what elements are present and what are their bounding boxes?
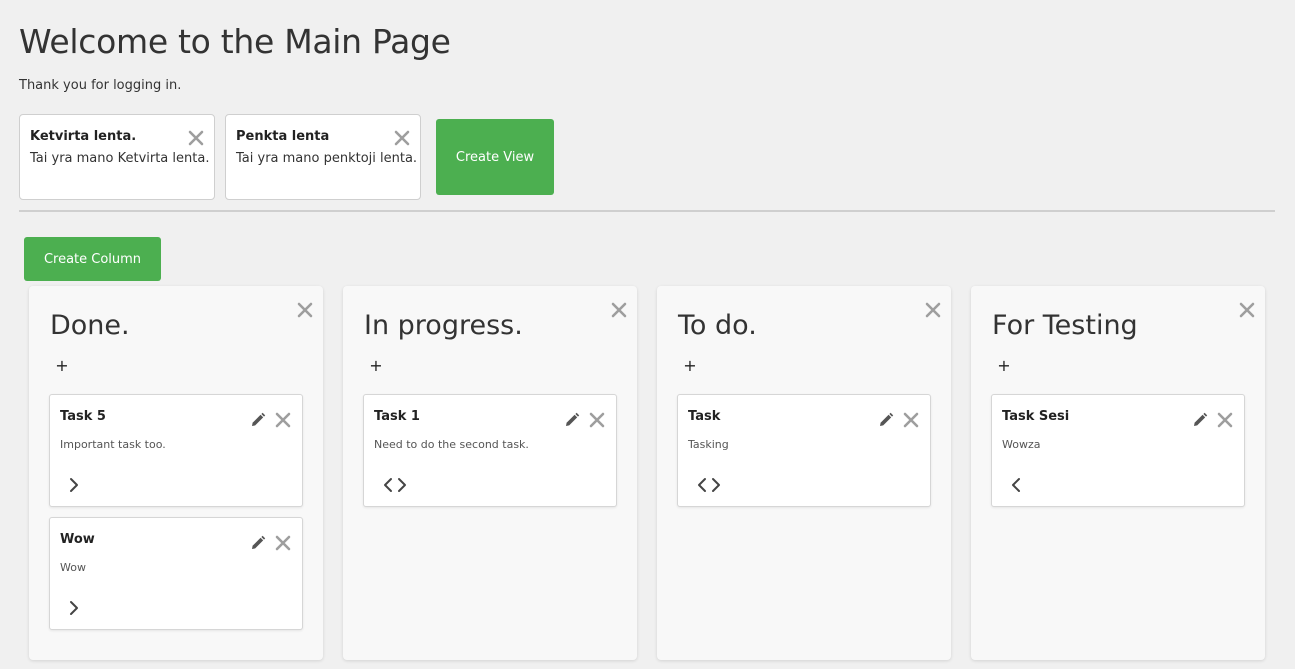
- column-title: Done.: [50, 310, 130, 341]
- column-title: For Testing: [992, 310, 1138, 341]
- create-view-button[interactable]: Create View: [436, 119, 554, 195]
- close-icon[interactable]: [273, 533, 293, 553]
- column-in-progress: In progress. + Task 1 Need to do the sec…: [343, 286, 637, 660]
- task-card[interactable]: Wow Wow: [49, 517, 303, 630]
- close-icon[interactable]: [923, 300, 943, 320]
- close-icon[interactable]: [295, 300, 315, 320]
- page-title: Welcome to the Main Page: [19, 22, 451, 61]
- close-icon[interactable]: [1215, 410, 1235, 430]
- view-card-title: Ketvirta lenta.: [30, 129, 137, 144]
- task-card[interactable]: Task Sesi Wowza: [991, 394, 1245, 507]
- divider: [19, 210, 1275, 212]
- close-icon[interactable]: [273, 410, 293, 430]
- task-description: Important task too.: [60, 438, 166, 451]
- task-description: Wowza: [1002, 438, 1041, 451]
- pencil-icon[interactable]: [878, 412, 894, 428]
- chevron-left-icon[interactable]: [695, 476, 709, 494]
- view-card-title: Penkta lenta: [236, 129, 330, 144]
- add-task-button[interactable]: +: [55, 358, 69, 374]
- main-page: Welcome to the Main Page Thank you for l…: [0, 0, 1295, 669]
- task-description: Tasking: [688, 438, 729, 451]
- close-icon[interactable]: [901, 410, 921, 430]
- task-card[interactable]: Task Tasking: [677, 394, 931, 507]
- page-subtitle: Thank you for logging in.: [19, 78, 182, 93]
- chevron-right-icon[interactable]: [67, 476, 81, 494]
- task-title: Task Sesi: [1002, 409, 1070, 424]
- task-title: Task: [688, 409, 721, 424]
- column-for-testing: For Testing + Task Sesi Wowza: [971, 286, 1265, 660]
- task-card[interactable]: Task 1 Need to do the second task.: [363, 394, 617, 507]
- close-icon[interactable]: [392, 128, 412, 148]
- pencil-icon[interactable]: [1192, 412, 1208, 428]
- pencil-icon[interactable]: [564, 412, 580, 428]
- close-icon[interactable]: [186, 128, 206, 148]
- close-icon[interactable]: [609, 300, 629, 320]
- close-icon[interactable]: [1237, 300, 1257, 320]
- chevron-right-icon[interactable]: [395, 476, 409, 494]
- column-title: In progress.: [364, 310, 523, 341]
- task-description: Wow: [60, 561, 86, 574]
- task-description: Need to do the second task.: [374, 438, 529, 451]
- view-card-description: Tai yra mano penktoji lenta.: [236, 151, 418, 166]
- chevron-left-icon[interactable]: [381, 476, 395, 494]
- chevron-left-icon[interactable]: [1009, 476, 1023, 494]
- view-card[interactable]: Ketvirta lenta. Tai yra mano Ketvirta le…: [19, 114, 215, 200]
- column-title: To do.: [678, 310, 757, 341]
- add-task-button[interactable]: +: [683, 358, 697, 374]
- task-title: Task 5: [60, 409, 106, 424]
- column-done: Done. + Task 5 Important task too. Wow W…: [29, 286, 323, 660]
- task-title: Task 1: [374, 409, 420, 424]
- column-to-do: To do. + Task Tasking: [657, 286, 951, 660]
- task-title: Wow: [60, 532, 95, 547]
- view-card-description: Tai yra mano Ketvirta lenta.: [30, 151, 210, 166]
- chevron-right-icon[interactable]: [709, 476, 723, 494]
- create-column-button[interactable]: Create Column: [24, 237, 161, 281]
- add-task-button[interactable]: +: [997, 358, 1011, 374]
- task-card[interactable]: Task 5 Important task too.: [49, 394, 303, 507]
- pencil-icon[interactable]: [250, 535, 266, 551]
- pencil-icon[interactable]: [250, 412, 266, 428]
- view-card[interactable]: Penkta lenta Tai yra mano penktoji lenta…: [225, 114, 421, 200]
- close-icon[interactable]: [587, 410, 607, 430]
- add-task-button[interactable]: +: [369, 358, 383, 374]
- chevron-right-icon[interactable]: [67, 599, 81, 617]
